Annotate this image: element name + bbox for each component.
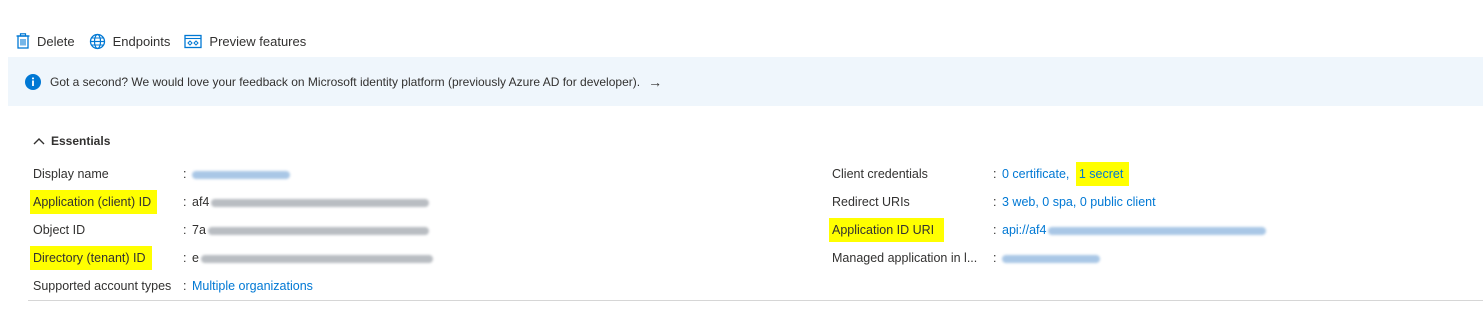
essentials-toggle[interactable]: Essentials: [33, 134, 110, 148]
app-id-uri-label: Application ID URI: [829, 218, 945, 242]
delete-label: Delete: [37, 33, 75, 49]
delete-button[interactable]: Delete: [16, 33, 75, 49]
redirect-uris-label: Redirect URIs: [832, 195, 910, 209]
client-credentials-label: Client credentials: [832, 167, 928, 181]
preview-features-button[interactable]: Preview features: [184, 34, 306, 49]
managed-app-link[interactable]: [1002, 248, 1100, 268]
account-types-label: Supported account types: [33, 279, 172, 293]
endpoints-label: Endpoints: [112, 33, 171, 49]
preview-features-label: Preview features: [209, 33, 307, 49]
trash-icon: [16, 33, 30, 49]
property-row-managed-app: Managed application in l... :: [0, 248, 1483, 268]
property-row-account-types: Supported account types : Multiple organ…: [0, 276, 760, 296]
property-row-client-credentials: Client credentials : 0 certificate, 1 se…: [0, 162, 1483, 186]
app-id-uri-link[interactable]: api://af4: [1002, 220, 1267, 240]
chevron-up-icon: [33, 138, 45, 145]
account-types-link[interactable]: Multiple organizations: [192, 276, 313, 296]
feedback-banner: Got a second? We would love your feedbac…: [8, 57, 1483, 106]
essentials-title: Essentials: [51, 134, 111, 148]
secrets-link[interactable]: 1 secret: [1075, 162, 1130, 186]
command-bar: Delete Endpoints Preview features: [16, 31, 320, 51]
property-row-app-id-uri: Application ID URI : api://af4: [0, 218, 1483, 242]
redacted-app-id-uri: [1048, 226, 1267, 235]
essentials-divider: [28, 300, 1483, 301]
preview-features-icon: [184, 34, 203, 48]
certificates-link[interactable]: 0 certificate,: [1002, 167, 1069, 181]
redacted-managed-app: [1002, 254, 1100, 263]
globe-icon: [89, 33, 105, 49]
endpoints-button[interactable]: Endpoints: [89, 33, 171, 50]
arrow-right-icon[interactable]: →: [648, 74, 662, 90]
banner-text: Got a second? We would love your feedbac…: [50, 74, 641, 89]
redirect-uris-link[interactable]: 3 web, 0 spa, 0 public client: [1002, 192, 1156, 212]
managed-app-label: Managed application in l...: [832, 251, 978, 265]
property-row-redirect-uris: Redirect URIs : 3 web, 0 spa, 0 public c…: [0, 192, 1483, 212]
info-icon: [25, 73, 41, 90]
